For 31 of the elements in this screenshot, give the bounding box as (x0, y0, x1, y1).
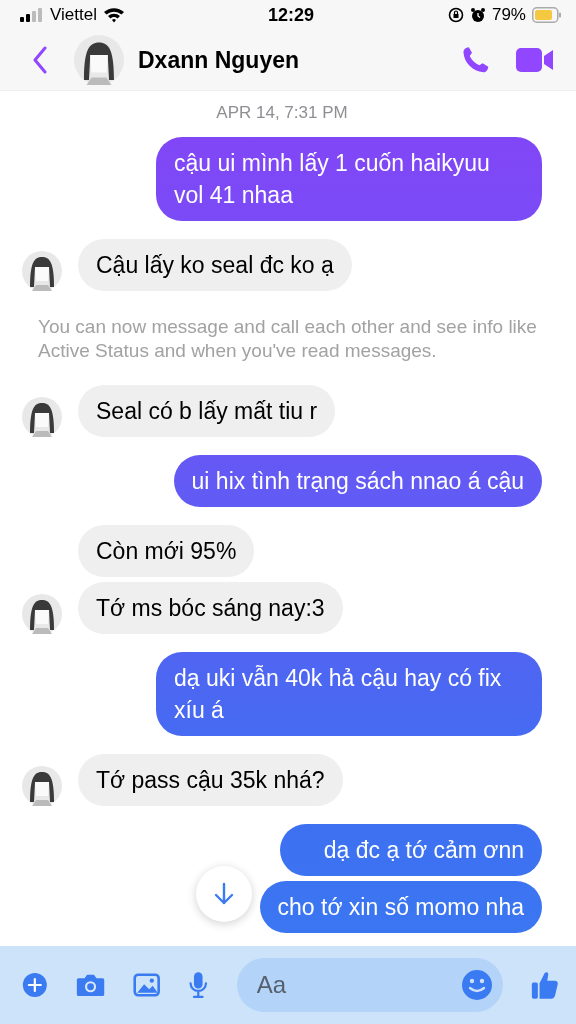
signal-icon (20, 8, 44, 22)
notice-text: You can now message and call each other and see info like Active Status and when you've read messages. (37, 315, 538, 363)
wifi-icon (102, 7, 125, 23)
avatar[interactable] (74, 35, 124, 85)
back-icon[interactable] (32, 46, 48, 74)
battery-icon (532, 7, 562, 23)
contact-name[interactable]: Dxann Nguyen (138, 46, 300, 74)
message-bubble: cậu ui mình lấy 1 cuốn haikyuu vol 41 nhaa (156, 137, 542, 221)
image-icon[interactable] (132, 971, 161, 999)
message-bubble: Còn mới 95% (78, 525, 255, 577)
message-bubble: ui hix tình trạng sách nnao á cậu (173, 455, 542, 507)
message-bubble: dạ đc ạ tớ cảm ơnn (279, 824, 542, 876)
video-camera-icon[interactable] (516, 47, 554, 73)
message-bubble: Seal có b lấy mất tiu r (78, 385, 336, 437)
battery-percentage: 79% (491, 5, 526, 25)
emoji-icon[interactable] (460, 969, 493, 1001)
scroll-down-button[interactable] (196, 866, 252, 922)
clock-time: 12:29 (267, 4, 314, 26)
plus-icon[interactable] (22, 970, 48, 1000)
message-bubble: cho tớ xin số momo nha (259, 881, 542, 933)
message-bubble: Tớ pass cậu 35k nhá? (78, 754, 343, 806)
message-bubble: Cậu lấy ko seal đc ko ạ (78, 239, 352, 291)
down-arrow-icon (214, 882, 234, 906)
message-field[interactable]: Aa (236, 958, 503, 1012)
microphone-icon[interactable] (188, 969, 209, 1001)
rotation-lock-icon (447, 7, 464, 23)
alarm-clock-icon (469, 7, 486, 23)
message-bubble: Tớ ms bóc sáng nay:3 (78, 582, 343, 634)
message-bubble: dạ uki vẫn 40k hả cậu hay có fix xíu á (156, 652, 542, 736)
carrier-name: Viettel (50, 5, 97, 25)
timestamp: APR 14, 7:31 PM (216, 103, 348, 123)
